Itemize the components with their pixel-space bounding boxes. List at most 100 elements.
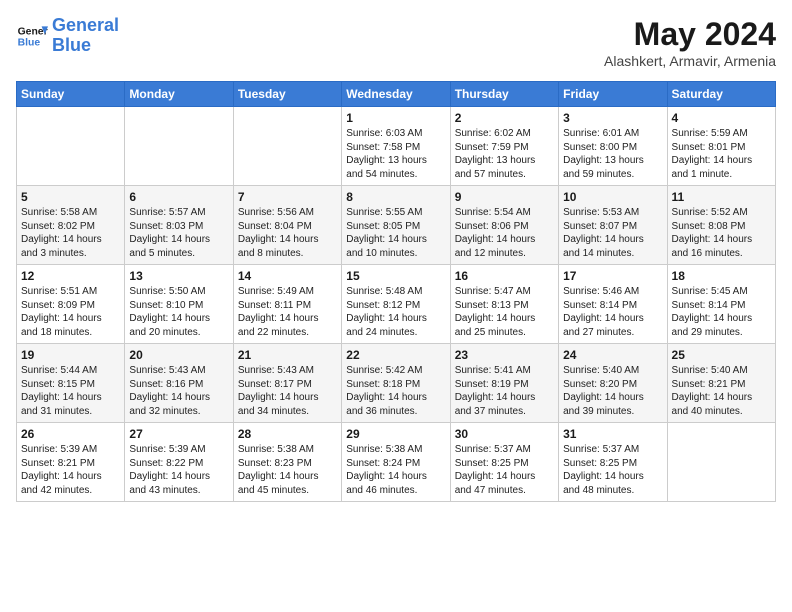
calendar-cell: 26 Sunrise: 5:39 AMSunset: 8:21 PMDayligh… [17, 423, 125, 502]
calendar-week-row: 1 Sunrise: 6:03 AMSunset: 7:58 PMDaylight… [17, 107, 776, 186]
calendar-week-row: 19 Sunrise: 5:44 AMSunset: 8:15 PMDayligh… [17, 344, 776, 423]
calendar-cell: 21Sunrise: 5:43 AMSunset: 8:17 PMDayligh… [233, 344, 341, 423]
day-number: 26 [21, 427, 120, 441]
day-info: Sunrise: 5:43 AMSunset: 8:17 PMDaylight:… [238, 364, 337, 418]
day-number: 5 [21, 190, 120, 204]
day-info: Sunrise: 5:49 AMSunset: 8:11 PMDaylight:… [238, 285, 337, 339]
day-info: Sunrise: 5:40 AMSunset: 8:20 PMDaylight:… [563, 364, 662, 418]
day-number: 3 [563, 111, 662, 125]
month-year: May 2024 [604, 16, 776, 53]
location: Alashkert, Armavir, Armenia [604, 53, 776, 69]
day-info: Sunrise: 5:52 AMSunset: 8:08 PMDaylight:… [672, 206, 771, 260]
day-info: Sunrise: 5:59 AMSunset: 8:01 PMDaylight:… [672, 127, 771, 181]
day-number: 1 [346, 111, 445, 125]
calendar-cell: 24 Sunrise: 5:40 AMSunset: 8:20 PMDayligh… [559, 344, 667, 423]
day-info: Sunrise: 5:39 AMSunset: 8:22 PMDaylight:… [129, 443, 228, 497]
calendar-cell: 30 Sunrise: 5:37 AMSunset: 8:25 PMDayligh… [450, 423, 558, 502]
logo-text: GeneralBlue [52, 16, 119, 56]
day-info: Sunrise: 5:38 AMSunset: 8:24 PMDaylight:… [346, 443, 445, 497]
calendar-cell: 27 Sunrise: 5:39 AMSunset: 8:22 PMDayligh… [125, 423, 233, 502]
weekday-header: Friday [559, 82, 667, 107]
weekday-header: Thursday [450, 82, 558, 107]
day-number: 18 [672, 269, 771, 283]
day-info: Sunrise: 5:41 AMSunset: 8:19 PMDaylight:… [455, 364, 554, 418]
calendar-cell: 5 Sunrise: 5:58 AMSunset: 8:02 PMDaylight… [17, 186, 125, 265]
day-number: 30 [455, 427, 554, 441]
calendar-cell [233, 107, 341, 186]
day-info: Sunrise: 5:51 AMSunset: 8:09 PMDaylight:… [21, 285, 120, 339]
day-number: 2 [455, 111, 554, 125]
day-info: Sunrise: 5:37 AMSunset: 8:25 PMDaylight:… [455, 443, 554, 497]
calendar-cell: 10Sunrise: 5:53 AMSunset: 8:07 PMDayligh… [559, 186, 667, 265]
weekday-header-row: SundayMondayTuesdayWednesdayThursdayFrid… [17, 82, 776, 107]
day-info: Sunrise: 5:56 AMSunset: 8:04 PMDaylight:… [238, 206, 337, 260]
svg-text:Blue: Blue [18, 37, 41, 48]
calendar-cell: 28Sunrise: 5:38 AMSunset: 8:23 PMDayligh… [233, 423, 341, 502]
day-number: 19 [21, 348, 120, 362]
day-info: Sunrise: 5:44 AMSunset: 8:15 PMDaylight:… [21, 364, 120, 418]
day-number: 23 [455, 348, 554, 362]
weekday-header: Saturday [667, 82, 775, 107]
calendar-cell: 7 Sunrise: 5:56 AMSunset: 8:04 PMDaylight… [233, 186, 341, 265]
calendar-cell: 19 Sunrise: 5:44 AMSunset: 8:15 PMDayligh… [17, 344, 125, 423]
day-number: 14 [238, 269, 337, 283]
day-info: Sunrise: 5:45 AMSunset: 8:14 PMDaylight:… [672, 285, 771, 339]
weekday-header: Tuesday [233, 82, 341, 107]
day-info: Sunrise: 5:54 AMSunset: 8:06 PMDaylight:… [455, 206, 554, 260]
day-info: Sunrise: 5:38 AMSunset: 8:23 PMDaylight:… [238, 443, 337, 497]
calendar-cell: 3 Sunrise: 6:01 AMSunset: 8:00 PMDaylight… [559, 107, 667, 186]
day-info: Sunrise: 5:47 AMSunset: 8:13 PMDaylight:… [455, 285, 554, 339]
day-number: 8 [346, 190, 445, 204]
page-header: General Blue GeneralBlue May 2024 Alashk… [16, 16, 776, 69]
calendar-cell: 9 Sunrise: 5:54 AMSunset: 8:06 PMDaylight… [450, 186, 558, 265]
weekday-header: Sunday [17, 82, 125, 107]
day-number: 4 [672, 111, 771, 125]
calendar-cell: 31 Sunrise: 5:37 AMSunset: 8:25 PMDayligh… [559, 423, 667, 502]
calendar-week-row: 5 Sunrise: 5:58 AMSunset: 8:02 PMDaylight… [17, 186, 776, 265]
calendar-cell: 14 Sunrise: 5:49 AMSunset: 8:11 PMDayligh… [233, 265, 341, 344]
day-number: 17 [563, 269, 662, 283]
day-info: Sunrise: 6:03 AMSunset: 7:58 PMDaylight:… [346, 127, 445, 181]
weekday-header: Monday [125, 82, 233, 107]
day-info: Sunrise: 5:57 AMSunset: 8:03 PMDaylight:… [129, 206, 228, 260]
calendar-cell: 29Sunrise: 5:38 AMSunset: 8:24 PMDayligh… [342, 423, 450, 502]
calendar-week-row: 12 Sunrise: 5:51 AMSunset: 8:09 PMDayligh… [17, 265, 776, 344]
calendar-cell: 17 Sunrise: 5:46 AMSunset: 8:14 PMDayligh… [559, 265, 667, 344]
day-number: 31 [563, 427, 662, 441]
calendar-cell: 22Sunrise: 5:42 AMSunset: 8:18 PMDayligh… [342, 344, 450, 423]
day-info: Sunrise: 6:02 AMSunset: 7:59 PMDaylight:… [455, 127, 554, 181]
day-info: Sunrise: 5:37 AMSunset: 8:25 PMDaylight:… [563, 443, 662, 497]
day-info: Sunrise: 5:58 AMSunset: 8:02 PMDaylight:… [21, 206, 120, 260]
day-info: Sunrise: 5:53 AMSunset: 8:07 PMDaylight:… [563, 206, 662, 260]
day-number: 6 [129, 190, 228, 204]
calendar-cell: 11 Sunrise: 5:52 AMSunset: 8:08 PMDayligh… [667, 186, 775, 265]
calendar-cell: 18 Sunrise: 5:45 AMSunset: 8:14 PMDayligh… [667, 265, 775, 344]
day-info: Sunrise: 5:48 AMSunset: 8:12 PMDaylight:… [346, 285, 445, 339]
day-number: 15 [346, 269, 445, 283]
day-info: Sunrise: 5:46 AMSunset: 8:14 PMDaylight:… [563, 285, 662, 339]
day-info: Sunrise: 5:50 AMSunset: 8:10 PMDaylight:… [129, 285, 228, 339]
day-info: Sunrise: 6:01 AMSunset: 8:00 PMDaylight:… [563, 127, 662, 181]
calendar-cell [17, 107, 125, 186]
title-block: May 2024 Alashkert, Armavir, Armenia [604, 16, 776, 69]
day-info: Sunrise: 5:39 AMSunset: 8:21 PMDaylight:… [21, 443, 120, 497]
calendar-cell: 4 Sunrise: 5:59 AMSunset: 8:01 PMDaylight… [667, 107, 775, 186]
day-number: 25 [672, 348, 771, 362]
day-number: 27 [129, 427, 228, 441]
calendar-cell: 1 Sunrise: 6:03 AMSunset: 7:58 PMDaylight… [342, 107, 450, 186]
day-number: 20 [129, 348, 228, 362]
day-number: 9 [455, 190, 554, 204]
day-number: 7 [238, 190, 337, 204]
day-number: 12 [21, 269, 120, 283]
calendar-cell: 13Sunrise: 5:50 AMSunset: 8:10 PMDayligh… [125, 265, 233, 344]
calendar-cell: 23 Sunrise: 5:41 AMSunset: 8:19 PMDayligh… [450, 344, 558, 423]
calendar-cell: 15 Sunrise: 5:48 AMSunset: 8:12 PMDayligh… [342, 265, 450, 344]
weekday-header: Wednesday [342, 82, 450, 107]
day-number: 24 [563, 348, 662, 362]
logo-icon: General Blue [16, 20, 48, 52]
day-number: 11 [672, 190, 771, 204]
logo: General Blue GeneralBlue [16, 16, 119, 56]
day-info: Sunrise: 5:40 AMSunset: 8:21 PMDaylight:… [672, 364, 771, 418]
calendar-cell [667, 423, 775, 502]
calendar-cell: 12 Sunrise: 5:51 AMSunset: 8:09 PMDayligh… [17, 265, 125, 344]
